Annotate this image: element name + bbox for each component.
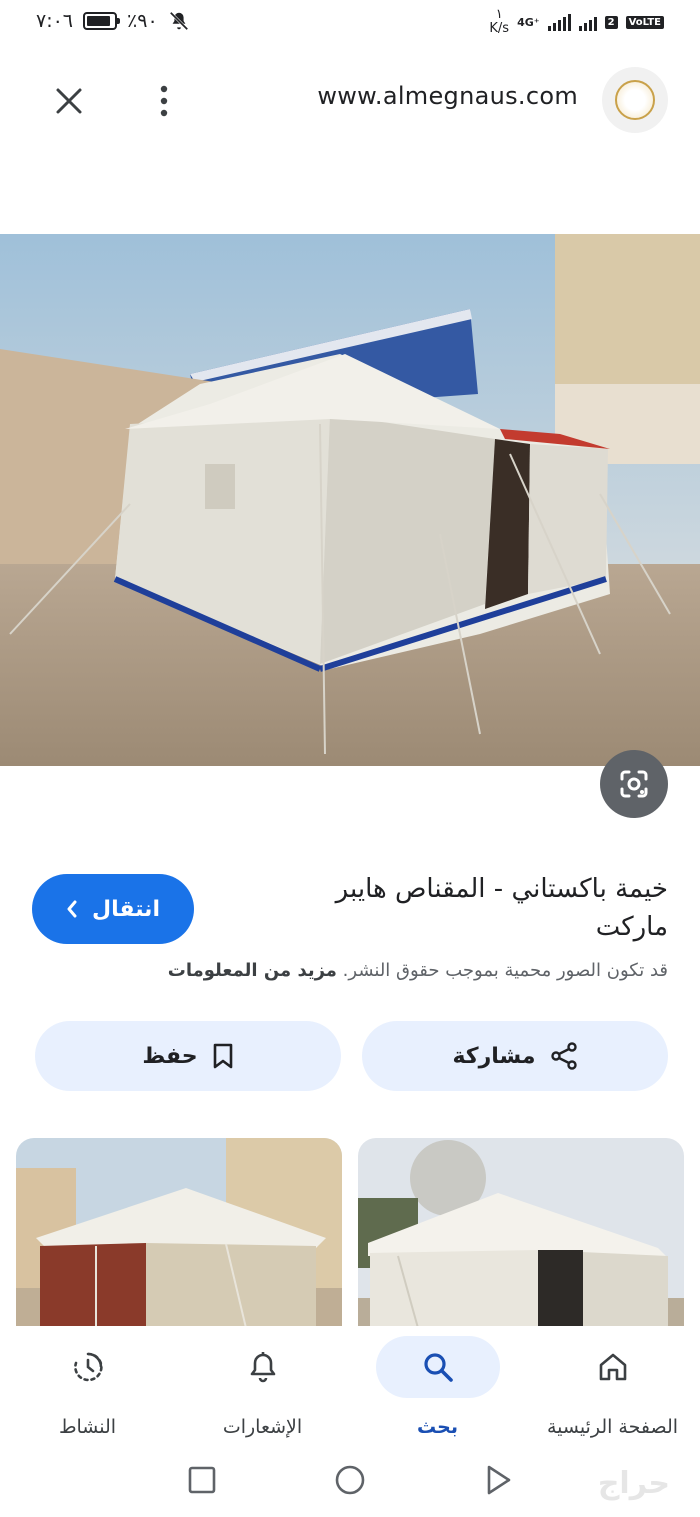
- related-image-2[interactable]: [358, 1138, 684, 1328]
- home-icon: [599, 1353, 626, 1381]
- result-title: خيمة باكستاني - المقناص هايبر ماركت: [335, 874, 668, 942]
- save-label: حفظ: [142, 1043, 198, 1069]
- home-system-button[interactable]: [330, 1460, 370, 1500]
- signal-icon-2: [578, 13, 597, 31]
- close-button[interactable]: [46, 78, 92, 124]
- recents-button[interactable]: [182, 1460, 222, 1500]
- nav-home[interactable]: الصفحة الرئيسية: [525, 1326, 700, 1446]
- share-button[interactable]: مشاركة: [362, 1021, 668, 1091]
- nav-notifications-label: الإشعارات: [222, 1416, 303, 1438]
- status-bar: ٧:٠٦ ٪٩٠ ١ K/s 4G⁺ 2 VoLTE: [0, 0, 700, 48]
- page-url[interactable]: www.almegnaus.com: [317, 82, 578, 110]
- visit-button[interactable]: انتقال: [32, 874, 194, 944]
- nav-activity-label: النشاط: [58, 1416, 117, 1438]
- circle-icon: [335, 1465, 365, 1495]
- bottom-navigation: الصفحة الرئيسية بحث الإشعارات النشاط: [0, 1326, 700, 1446]
- speed-value: ١: [495, 7, 503, 22]
- network-type: 4G⁺: [517, 15, 540, 29]
- visit-label: انتقال: [92, 896, 160, 922]
- status-left: ٧:٠٦ ٪٩٠: [36, 10, 190, 32]
- share-label: مشاركة: [452, 1043, 536, 1069]
- related-image-1[interactable]: [16, 1138, 342, 1328]
- share-icon: [550, 1042, 577, 1070]
- status-right: ١ K/s 4G⁺ 2 VoLTE: [489, 8, 664, 36]
- volte-badge: VoLTE: [625, 15, 664, 29]
- bell-icon: [250, 1352, 275, 1383]
- more-vert-icon: [160, 85, 168, 117]
- url-bar: www.almegnaus.com: [0, 60, 700, 140]
- back-button[interactable]: [478, 1460, 518, 1500]
- save-button[interactable]: حفظ: [35, 1021, 341, 1091]
- related-tent-photo-2: [358, 1138, 684, 1328]
- nav-notifications-icon-wrap: [201, 1336, 325, 1398]
- status-time: ٧:٠٦: [36, 10, 74, 32]
- mute-icon: [169, 11, 188, 31]
- search-icon: [423, 1353, 453, 1382]
- site-logo-icon: [615, 80, 655, 120]
- network-speed: ١ K/s: [489, 8, 509, 36]
- site-favicon: [602, 67, 668, 133]
- close-icon: [56, 88, 82, 114]
- tent-photo: [0, 234, 700, 766]
- nav-notifications[interactable]: الإشعارات: [175, 1326, 350, 1446]
- nav-search-icon-wrap: [375, 1336, 500, 1398]
- nav-search[interactable]: بحث: [350, 1326, 525, 1446]
- nav-activity-icon-wrap: [26, 1336, 150, 1398]
- triangle-back-icon: [487, 1465, 511, 1495]
- nav-activity[interactable]: النشاط: [0, 1326, 175, 1446]
- lens-icon: [620, 770, 648, 798]
- chevron-left-icon: [67, 900, 77, 918]
- signal-icon: [547, 13, 571, 31]
- main-image[interactable]: [0, 234, 700, 766]
- square-icon: [188, 1466, 216, 1494]
- sim-slot: 2: [604, 15, 618, 29]
- related-tent-photo-1: [16, 1138, 342, 1328]
- copyright-text: قد تكون الصور محمية بموجب حقوق النشر.: [342, 960, 668, 981]
- more-options-button[interactable]: [144, 78, 184, 124]
- watermark-logo: حراج: [597, 1466, 670, 1501]
- battery-level: [87, 16, 111, 26]
- bookmark-icon: [213, 1043, 232, 1069]
- copyright-notice: قد تكون الصور محمية بموجب حقوق النشر. مز…: [168, 960, 668, 981]
- google-lens-button[interactable]: [600, 750, 668, 818]
- system-navigation: حراج: [0, 1446, 700, 1517]
- activity-icon: [73, 1352, 103, 1382]
- nav-search-label: بحث: [417, 1416, 458, 1438]
- battery-percent: ٪٩٠: [127, 10, 158, 32]
- battery-icon: [83, 12, 121, 30]
- nav-home-icon-wrap: [551, 1336, 675, 1398]
- speed-unit: K/s: [489, 21, 510, 36]
- nav-home-label: الصفحة الرئيسية: [546, 1416, 679, 1438]
- more-info-link[interactable]: مزيد من المعلومات: [168, 960, 337, 981]
